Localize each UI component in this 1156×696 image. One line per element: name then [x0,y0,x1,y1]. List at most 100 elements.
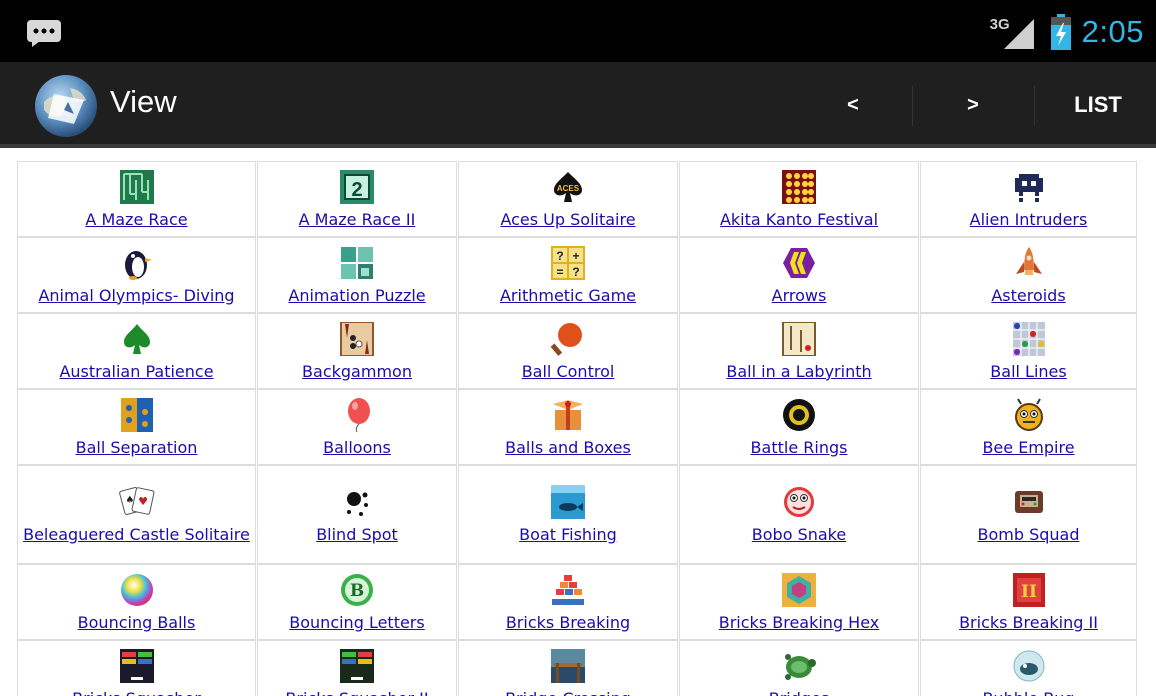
game-grid: A Maze Race 2 A Maze Race II ACES Aces U… [17,161,1138,696]
game-link[interactable]: Bridges [769,687,830,696]
app-logo-globe-icon[interactable] [34,74,98,138]
game-link[interactable]: Asteroids [991,284,1065,307]
game-cell[interactable]: Alien Intruders [920,161,1137,237]
game-link[interactable]: A Maze Race [85,208,187,231]
game-cell[interactable]: Bricks Squasher II [257,640,457,696]
game-cell[interactable]: Balloons [257,389,457,465]
game-link[interactable]: Alien Intruders [970,208,1088,231]
battery-charging-icon [1050,14,1071,50]
bomb-device-icon [1014,491,1043,513]
svg-text:♥: ♥ [138,495,148,508]
game-link[interactable]: Animal Olympics- Diving [38,284,234,307]
signal-icon: 3G [990,13,1036,51]
game-link[interactable]: Bricks Breaking II [959,611,1098,634]
game-link[interactable]: Balloons [323,436,391,459]
game-link[interactable]: Akita Kanto Festival [720,208,878,231]
fish-icon [551,485,585,519]
game-link[interactable]: Australian Patience [59,360,213,383]
game-cell[interactable]: Bricks Breaking Hex [679,564,919,640]
bricks-squasher-2-icon [340,648,374,683]
game-link[interactable]: Bobo Snake [752,523,846,546]
game-cell[interactable]: ACES Aces Up Solitaire [458,161,678,237]
game-link[interactable]: Ball Separation [76,436,198,459]
game-cell[interactable]: Ball Separation [17,389,256,465]
previous-button[interactable]: < [800,76,906,134]
game-link[interactable]: Arithmetic Game [500,284,636,307]
game-link[interactable]: Backgammon [302,360,412,383]
game-link[interactable]: Bouncing Balls [78,611,196,634]
game-link[interactable]: Blind Spot [316,523,398,546]
game-link[interactable]: Bubble Bug [982,687,1074,696]
game-cell[interactable]: Bridges [679,640,919,696]
game-link[interactable]: Beleaguered Castle Solitaire [23,523,250,546]
game-link[interactable]: Battle Rings [751,436,848,459]
svg-text:II: II [1021,582,1037,602]
game-cell[interactable]: II Bricks Breaking II [920,564,1137,640]
game-link[interactable]: Ball Control [522,360,615,383]
bee-icon [1014,397,1043,431]
rocket-icon [1015,246,1042,275]
game-cell[interactable]: Bricks Breaking [458,564,678,640]
game-cell[interactable]: Ball Lines [920,313,1137,389]
action-bar: View < > LIST [0,62,1156,148]
game-link[interactable]: Aces Up Solitaire [500,208,635,231]
game-cell[interactable]: ? + =? Arithmetic Game [458,237,678,313]
spade-icon [123,323,150,354]
game-cell[interactable]: ♥ ♠ Beleaguered Castle Solitaire [17,465,256,564]
game-cell[interactable]: Animal Olympics- Diving [17,237,256,313]
game-cell[interactable]: 2 A Maze Race II [257,161,457,237]
game-link[interactable]: Animation Puzzle [288,284,425,307]
space-invader-icon [1014,173,1043,202]
game-cell[interactable]: B Bouncing Letters [257,564,457,640]
game-cell[interactable]: A Maze Race [17,161,256,237]
paddle-icon [550,322,582,356]
game-link[interactable]: Bricks Squasher [72,687,201,696]
game-cell[interactable]: Bouncing Balls [17,564,256,640]
status-indicators: 3G 2:05 [990,10,1144,54]
game-cell[interactable]: Battle Rings [679,389,919,465]
game-cell[interactable]: Animation Puzzle [257,237,457,313]
game-cell[interactable]: Bubble Bug [920,640,1137,696]
game-link[interactable]: Boat Fishing [519,523,617,546]
game-cell[interactable]: Asteroids [920,237,1137,313]
game-cell[interactable]: Boat Fishing [458,465,678,564]
game-cell[interactable]: Arrows [679,237,919,313]
game-cell[interactable]: Bee Empire [920,389,1137,465]
game-link[interactable]: Bouncing Letters [289,611,424,634]
chat-notification-icon[interactable] [26,19,62,47]
arithmetic-grid-icon: ? + =? [551,245,585,280]
game-cell[interactable]: Bomb Squad [920,465,1137,564]
hex-bricks-icon [782,572,816,607]
ball-lines-icon [1012,321,1045,356]
gift-box-icon [553,399,583,430]
game-cell[interactable]: Australian Patience [17,313,256,389]
svg-text:=: = [556,265,563,279]
game-link[interactable]: Balls and Boxes [505,436,631,459]
game-cell[interactable]: Ball in a Labyrinth [679,313,919,389]
game-cell[interactable]: Balls and Boxes [458,389,678,465]
next-button[interactable]: > [918,76,1028,134]
game-cell[interactable]: Backgammon [257,313,457,389]
game-cell[interactable]: Ball Control [458,313,678,389]
game-link[interactable]: Bricks Breaking [506,611,630,634]
list-button[interactable]: LIST [1040,76,1156,134]
game-cell[interactable]: Bobo Snake [679,465,919,564]
game-cell[interactable]: Blind Spot [257,465,457,564]
game-link[interactable]: Arrows [772,284,827,307]
game-link[interactable]: A Maze Race II [299,208,416,231]
game-cell[interactable]: Akita Kanto Festival [679,161,919,237]
snake-face-icon [784,487,814,517]
game-link[interactable]: Ball Lines [990,360,1066,383]
bricks-squasher-icon [119,648,154,683]
game-link[interactable]: Ball in a Labyrinth [726,360,871,383]
game-link[interactable]: Bricks Breaking Hex [719,611,880,634]
penguin-icon [124,250,152,280]
game-link[interactable]: Bridge Crossing [505,687,631,696]
game-link[interactable]: Bee Empire [982,436,1074,459]
bricks-icon [552,574,584,605]
game-cell[interactable]: Bridge Crossing [458,640,678,696]
game-cell[interactable]: Bricks Squasher [17,640,256,696]
game-link[interactable]: Bricks Squasher II [285,687,428,696]
spade-aces-icon: ACES [554,171,582,202]
game-link[interactable]: Bomb Squad [977,523,1079,546]
